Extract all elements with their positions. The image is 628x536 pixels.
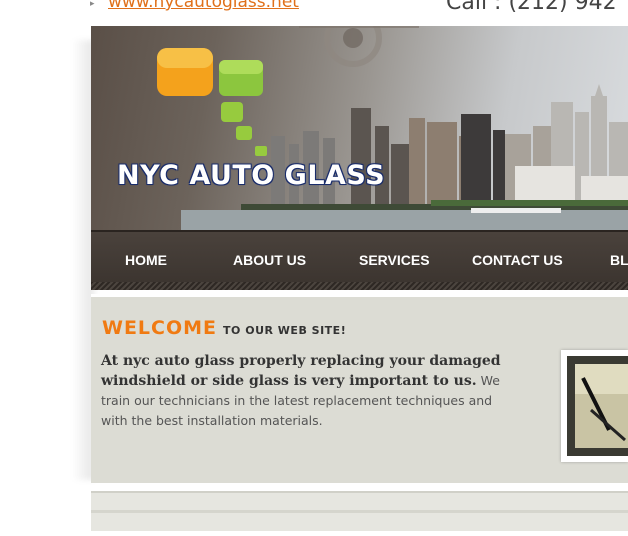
lower-panel [91, 491, 628, 531]
bullet-icon: ▸ [90, 0, 95, 9]
city-skyline-image [157, 26, 628, 230]
header-banner: NYC AUTO GLASS [91, 26, 628, 230]
welcome-title: WELCOME [102, 317, 218, 339]
nav-contact-us[interactable]: CONTACT US [472, 252, 563, 268]
windshield-wiper-image [567, 356, 628, 456]
nav-stripe [91, 282, 628, 290]
intro-paragraph: At nyc auto glass properly replacing you… [101, 352, 521, 431]
welcome-subtitle: TO OUR WEB SITE! [223, 324, 347, 337]
top-bar: ▸ www.nycautoglass.net Call : (212) 942 [0, 0, 628, 22]
nav-home[interactable]: HOME [125, 252, 167, 268]
phone-number: Call : (212) 942 [446, 0, 617, 15]
welcome-panel: WELCOME TO OUR WEB SITE! At nyc auto glas… [91, 294, 628, 483]
logo-text: NYC AUTO GLASS [117, 160, 386, 191]
intro-bold-text: At nyc auto glass properly replacing you… [101, 353, 501, 389]
nav-services[interactable]: SERVICES [359, 252, 430, 268]
nav-about-us[interactable]: ABOUT US [233, 252, 306, 268]
nav-blog[interactable]: BL [610, 252, 628, 268]
lower-band [91, 510, 628, 513]
site-url-link[interactable]: www.nycautoglass.net [108, 0, 299, 12]
main-nav: HOME ABOUT US SERVICES CONTACT US BL [91, 230, 628, 290]
windshield-photo [561, 350, 628, 462]
welcome-heading: WELCOME TO OUR WEB SITE! [102, 317, 346, 339]
